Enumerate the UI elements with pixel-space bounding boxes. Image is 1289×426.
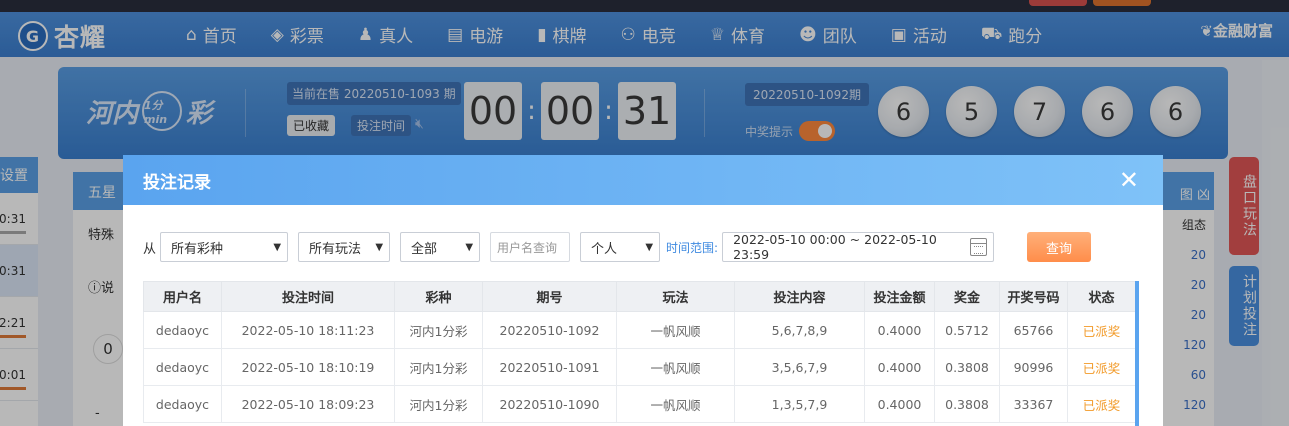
cell-play: 一帆风顺: [616, 385, 735, 423]
col-content[interactable]: 投注内容: [734, 281, 865, 312]
bet-records-modal: 投注记录 ✕ 从 所有彩种 ▼ 所有玩法 ▼ 全部 ▼ 用户名查询 个人 ▼ 时间范围:…: [123, 155, 1163, 426]
col-draw-number[interactable]: 开奖号码: [999, 281, 1068, 312]
scope-select[interactable]: 个人 ▼: [580, 232, 661, 262]
status-select-value: 全部: [411, 241, 438, 257]
col-issue[interactable]: 期号: [482, 281, 617, 312]
col-username[interactable]: 用户名: [143, 281, 222, 312]
modal-header: 投注记录 ✕: [123, 155, 1163, 205]
cell-draw-number: 90996: [999, 348, 1068, 386]
col-status[interactable]: 状态: [1067, 281, 1135, 312]
table-row[interactable]: dedaoyc 2022-05-10 18:09:23 河内1分彩 202205…: [143, 385, 1135, 423]
col-amount[interactable]: 投注金额: [864, 281, 935, 312]
cell-status: 已派奖: [1067, 348, 1135, 386]
cell-play: 一帆风顺: [616, 348, 735, 386]
cell-amount: 0.4000: [864, 385, 935, 423]
close-icon[interactable]: ✕: [1119, 167, 1139, 193]
col-play[interactable]: 玩法: [616, 281, 735, 312]
cell-content: 1,3,5,7,9: [734, 385, 865, 423]
cell-username: dedaoyc: [143, 311, 222, 349]
scope-select-value: 个人: [591, 241, 618, 257]
cell-bet-time: 2022-05-10 18:09:23: [221, 385, 395, 423]
table-scrollbar[interactable]: [1135, 281, 1139, 426]
cell-issue: 20220510-1090: [482, 385, 617, 423]
cell-lottery: 河内1分彩: [394, 348, 483, 386]
username-input[interactable]: 用户名查询: [490, 232, 571, 262]
table-row[interactable]: dedaoyc 2022-05-10 18:11:23 河内1分彩 202205…: [143, 311, 1135, 349]
cell-draw-number: 33367: [999, 385, 1068, 423]
time-range-label: 时间范围:: [666, 240, 719, 255]
status-select[interactable]: 全部 ▼: [400, 232, 481, 262]
cell-username: dedaoyc: [143, 348, 222, 386]
cell-status: 已派奖: [1067, 385, 1135, 423]
col-prize[interactable]: 奖金: [934, 281, 1000, 312]
cell-lottery: 河内1分彩: [394, 311, 483, 349]
chevron-down-icon: ▼: [375, 241, 384, 253]
from-label: 从: [143, 241, 157, 257]
cell-content: 3,5,6,7,9: [734, 348, 865, 386]
table-header-row: 用户名 投注时间 彩种 期号 玩法 投注内容 投注金额 奖金 开奖号码 状态: [143, 281, 1135, 312]
modal-title: 投注记录: [143, 172, 211, 193]
cell-prize: 0.5712: [934, 311, 1000, 349]
filter-bar: 从 所有彩种 ▼ 所有玩法 ▼ 全部 ▼ 用户名查询 个人 ▼ 时间范围: 2022-0…: [143, 232, 995, 262]
cell-username: dedaoyc: [143, 385, 222, 423]
cell-prize: 0.3808: [934, 385, 1000, 423]
cell-play: 一帆风顺: [616, 311, 735, 349]
cell-draw-number: 65766: [999, 311, 1068, 349]
username-placeholder: 用户名查询: [497, 240, 558, 255]
chevron-down-icon: ▼: [645, 241, 654, 253]
cell-amount: 0.4000: [864, 311, 935, 349]
cell-content: 5,6,7,8,9: [734, 311, 865, 349]
cell-bet-time: 2022-05-10 18:10:19: [221, 348, 395, 386]
cell-bet-time: 2022-05-10 18:11:23: [221, 311, 395, 349]
cell-prize: 0.3808: [934, 348, 1000, 386]
play-select[interactable]: 所有玩法 ▼: [298, 232, 391, 262]
cell-lottery: 河内1分彩: [394, 385, 483, 423]
records-table-wrap: 用户名 投注时间 彩种 期号 玩法 投注内容 投注金额 奖金 开奖号码 状态 d…: [143, 281, 1135, 426]
lottery-select[interactable]: 所有彩种 ▼: [160, 232, 289, 262]
calendar-icon: [970, 238, 988, 256]
query-button[interactable]: 查询: [1027, 232, 1091, 262]
cell-amount: 0.4000: [864, 348, 935, 386]
col-bet-time[interactable]: 投注时间: [221, 281, 395, 312]
cell-status: 已派奖: [1067, 311, 1135, 349]
date-range-picker[interactable]: 2022-05-10 00:00 ~ 2022-05-10 23:59: [722, 232, 995, 262]
table-row[interactable]: dedaoyc 2022-05-10 18:10:19 河内1分彩 202205…: [143, 348, 1135, 386]
cell-issue: 20220510-1091: [482, 348, 617, 386]
records-table: 用户名 投注时间 彩种 期号 玩法 投注内容 投注金额 奖金 开奖号码 状态 d…: [143, 281, 1135, 423]
col-lottery[interactable]: 彩种: [394, 281, 483, 312]
chevron-down-icon: ▼: [273, 241, 282, 253]
cell-issue: 20220510-1092: [482, 311, 617, 349]
play-select-value: 所有玩法: [309, 241, 362, 257]
chevron-down-icon: ▼: [465, 241, 474, 253]
lottery-select-value: 所有彩种: [171, 241, 224, 257]
date-range-value: 2022-05-10 00:00 ~ 2022-05-10 23:59: [733, 232, 937, 262]
